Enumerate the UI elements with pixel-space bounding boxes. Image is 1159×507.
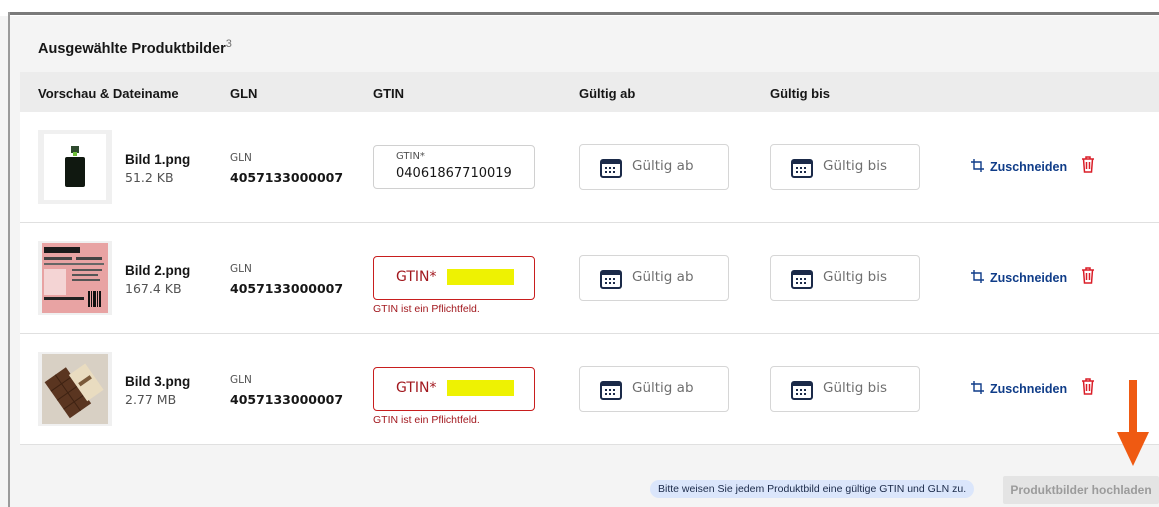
col-valid-from: Gültig ab — [579, 86, 636, 101]
validation-notice: Bitte weisen Sie jedem Produktbild eine … — [650, 480, 975, 498]
crop-label: Zuschneiden — [990, 160, 1068, 174]
redaction-highlight — [447, 380, 514, 396]
col-valid-to: Gültig bis — [770, 86, 830, 101]
upload-button[interactable]: Produktbilder hochladen — [1003, 476, 1159, 504]
file-name: Bild 3.png — [125, 374, 191, 389]
crop-icon — [970, 269, 985, 287]
valid-from-placeholder: Gültig ab — [632, 269, 694, 285]
crop-icon — [970, 380, 985, 398]
gtin-input[interactable]: GTIN* 04061867710019 — [373, 145, 535, 189]
trash-icon[interactable] — [1081, 378, 1095, 399]
valid-from-input[interactable]: Gültig ab — [579, 366, 729, 412]
valid-to-input[interactable]: Gültig bis — [770, 255, 920, 301]
trash-icon[interactable] — [1081, 267, 1095, 288]
gtin-input[interactable]: GTIN* — [373, 256, 535, 300]
image-count: 3 — [225, 38, 232, 50]
crop-label: Zuschneiden — [990, 271, 1068, 285]
image-thumbnail[interactable] — [38, 130, 112, 204]
valid-from-placeholder: Gültig ab — [632, 158, 694, 174]
gtin-value: 04061867710019 — [396, 166, 512, 181]
table-row: Bild 1.png 51.2 KB GLN 4057133000007 GTI… — [20, 112, 1159, 223]
gln-label: GLN — [230, 152, 252, 164]
valid-to-input[interactable]: Gültig bis — [770, 144, 920, 190]
gtin-label: GTIN* — [396, 269, 437, 285]
file-size: 2.77 MB — [125, 392, 177, 407]
valid-from-input[interactable]: Gültig ab — [579, 255, 729, 301]
gln-value: 4057133000007 — [230, 170, 344, 185]
crop-button[interactable]: Zuschneiden — [970, 158, 1067, 176]
calendar-icon — [791, 158, 813, 182]
gtin-label: GTIN* — [396, 380, 437, 396]
calendar-icon — [791, 269, 813, 293]
gtin-label: GTIN* — [396, 151, 425, 162]
crop-button[interactable]: Zuschneiden — [970, 380, 1067, 398]
arrow-down-icon — [1115, 380, 1151, 472]
image-thumbnail[interactable] — [38, 352, 112, 426]
calendar-icon — [600, 269, 622, 293]
col-gln: GLN — [230, 86, 258, 101]
gln-value: 4057133000007 — [230, 392, 344, 407]
valid-from-input[interactable]: Gültig ab — [579, 144, 729, 190]
image-thumbnail[interactable] — [38, 241, 112, 315]
calendar-icon — [600, 380, 622, 404]
valid-to-input[interactable]: Gültig bis — [770, 366, 920, 412]
gtin-error-message: GTIN ist ein Pflichtfeld. — [373, 414, 480, 426]
left-border — [8, 12, 10, 507]
panel-title-text: Ausgewählte Produktbilder — [38, 40, 226, 57]
file-size: 167.4 KB — [125, 281, 182, 296]
crop-label: Zuschneiden — [990, 382, 1068, 396]
calendar-icon — [791, 380, 813, 404]
valid-to-placeholder: Gültig bis — [823, 269, 888, 285]
calendar-icon — [600, 158, 622, 182]
gln-label: GLN — [230, 374, 252, 386]
gtin-input[interactable]: GTIN* — [373, 367, 535, 411]
panel-title: Ausgewählte Produktbilder3 — [38, 38, 232, 57]
trash-icon[interactable] — [1081, 156, 1095, 177]
col-preview: Vorschau & Dateiname — [38, 86, 179, 101]
crop-icon — [970, 158, 985, 176]
gln-value: 4057133000007 — [230, 281, 344, 296]
table-row: Bild 2.png 167.4 KB GLN 4057133000007 GT… — [20, 223, 1159, 334]
app-frame: Ausgewählte Produktbilder3 Vorschau & Da… — [0, 0, 1159, 507]
gtin-error-message: GTIN ist ein Pflichtfeld. — [373, 303, 480, 315]
col-gtin: GTIN — [373, 86, 405, 101]
file-name: Bild 1.png — [125, 152, 191, 167]
redaction-highlight — [447, 269, 514, 285]
gln-label: GLN — [230, 263, 252, 275]
crop-button[interactable]: Zuschneiden — [970, 269, 1067, 287]
top-divider — [8, 12, 1159, 15]
table-row: Bild 3.png 2.77 MB GLN 4057133000007 GTI… — [20, 334, 1159, 445]
valid-from-placeholder: Gültig ab — [632, 380, 694, 396]
valid-to-placeholder: Gültig bis — [823, 158, 888, 174]
file-size: 51.2 KB — [125, 170, 174, 185]
valid-to-placeholder: Gültig bis — [823, 380, 888, 396]
file-name: Bild 2.png — [125, 263, 191, 278]
